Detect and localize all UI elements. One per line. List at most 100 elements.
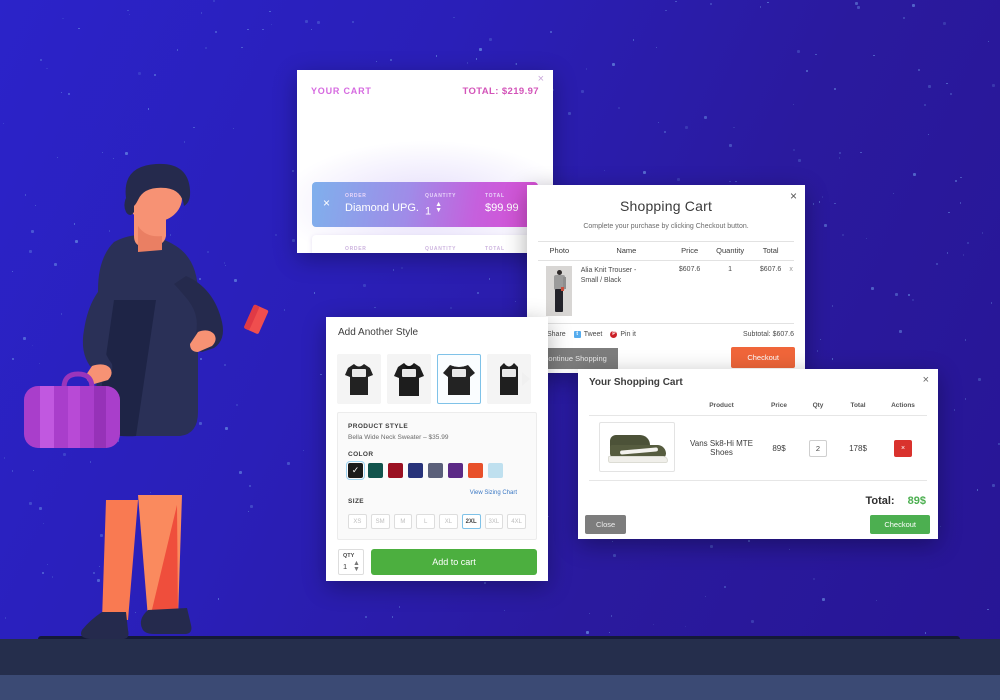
cart1-total-cell: TOTAL $99.99 xyxy=(485,193,519,214)
cart4-total-label: Total: xyxy=(865,495,895,507)
cart1-row-basic[interactable]: × ORDER Basic UPG. QUANTITY 2▲▼ TOTAL $1… xyxy=(312,235,538,253)
cart4-header-row: Product Price Qty Total Actions xyxy=(589,397,927,416)
quantity-stepper-icon[interactable]: ▲ ▼ xyxy=(435,201,442,215)
cart2-photo-cell xyxy=(538,260,581,324)
style-thumbnail-tee[interactable] xyxy=(337,354,381,404)
color-swatch-navy[interactable] xyxy=(408,463,423,478)
cart1-title: YOUR CART xyxy=(311,86,372,96)
next-style-arrow-icon[interactable] xyxy=(522,372,530,386)
style-dialog-title: Add Another Style xyxy=(338,327,419,338)
color-label: COLOR xyxy=(348,451,374,458)
color-swatch-slate[interactable] xyxy=(428,463,443,478)
cart2-col-name: Name xyxy=(580,241,673,261)
color-swatch-black[interactable]: ✓ xyxy=(346,461,365,480)
remove-icon[interactable]: × xyxy=(323,250,330,253)
screenshot-stage: × YOUR CART TOTAL: $219.97 × ORDER Diamo… xyxy=(0,0,1000,700)
cart2-quantity-cell[interactable]: 1 xyxy=(707,260,754,324)
share-twitter-button[interactable]: t Tweet xyxy=(573,331,602,338)
cart2-col-photo: Photo xyxy=(538,241,581,261)
style-thumbnail-wide-neck-sweater[interactable] xyxy=(437,354,481,404)
style-thumbnail-hoodie[interactable] xyxy=(387,354,431,404)
cart2-subtitle: Complete your purchase by clicking Check… xyxy=(583,223,749,230)
checkout-button[interactable]: Checkout xyxy=(870,515,930,534)
cart1-quantity-cell: QUANTITY 1▲ ▼ xyxy=(425,193,456,217)
cart2-header-row: Photo Name Price Quantity Total xyxy=(538,241,794,261)
cart1-order-label: ORDER xyxy=(345,246,367,252)
close-icon[interactable]: × xyxy=(923,375,929,386)
size-button-xs[interactable]: XS xyxy=(348,514,367,529)
product-photo[interactable] xyxy=(598,422,675,472)
bottom-band-light xyxy=(0,675,1000,700)
product-photo[interactable] xyxy=(546,266,573,316)
cart4-product-name: Vans Sk8-Hi MTE Shoes xyxy=(684,415,759,481)
table-row: Vans Sk8-Hi MTE Shoes 89$ 2 178$ × xyxy=(589,415,927,481)
share-pinterest-button[interactable]: P Pin it xyxy=(610,331,636,338)
quantity-input[interactable]: 2 xyxy=(809,439,827,457)
cart4-actions-cell: × xyxy=(879,415,927,481)
share-label: Share xyxy=(547,331,566,338)
checkout-button[interactable]: Checkout xyxy=(731,347,795,368)
cart2-col-actions xyxy=(788,241,794,261)
size-button-m[interactable]: M xyxy=(393,514,413,529)
wide-neck-sweater-icon xyxy=(443,365,475,395)
size-button-sm[interactable]: SM xyxy=(370,514,390,529)
cart2-title: Shopping Cart xyxy=(619,198,713,214)
cart2-name-cell: Alia Knit Trouser - Small / Black xyxy=(580,260,673,324)
cart2-col-price: Price xyxy=(672,241,708,261)
color-swatch-purple[interactable] xyxy=(448,463,463,478)
table-row: Alia Knit Trouser - Small / Black $607.6… xyxy=(538,260,794,324)
check-icon: ✓ xyxy=(351,465,360,475)
tank-top-icon xyxy=(500,363,518,395)
cart4-col-price: Price xyxy=(759,397,799,416)
close-button[interactable]: Close xyxy=(585,515,627,534)
cart1-total-label: TOTAL xyxy=(485,193,505,199)
quantity-stepper[interactable]: QTY 1 ▲ ▼ xyxy=(338,549,364,575)
your-shopping-cart-dialog: Your Shopping Cart × Product Price Qty T… xyxy=(578,369,938,539)
color-swatch-lightblue[interactable] xyxy=(488,463,503,478)
view-sizing-chart-link[interactable]: View Sizing Chart xyxy=(470,490,517,496)
close-icon[interactable]: × xyxy=(538,74,544,85)
cart1-quantity-cell: QUANTITY 2▲▼ xyxy=(425,246,456,253)
close-icon[interactable]: × xyxy=(790,190,797,202)
garment-logo xyxy=(502,369,516,378)
twitter-icon: t xyxy=(573,331,581,338)
cart2-subtotal: Subtotal: $607.6 xyxy=(743,331,794,338)
man-walking-illustration xyxy=(24,163,269,639)
qty-label: QTY xyxy=(343,553,355,559)
cart1-quantity-value[interactable]: 1▲ ▼ xyxy=(425,201,456,217)
cart4-col-qty: Qty xyxy=(799,397,837,416)
size-button-xl[interactable]: XL xyxy=(439,514,458,529)
cart2-col-quantity: Quantity xyxy=(707,241,754,261)
cart1-total: TOTAL: $219.97 xyxy=(462,86,539,97)
color-swatch-red[interactable] xyxy=(388,463,403,478)
size-button-2xl[interactable]: 2XL xyxy=(461,514,481,529)
cart4-price-cell: 89$ xyxy=(759,415,799,481)
cart4-col-product: Product xyxy=(684,397,759,416)
size-button-4xl[interactable]: 4XL xyxy=(507,514,526,529)
cart1-quantity-label: QUANTITY xyxy=(425,246,457,252)
pinterest-icon: P xyxy=(610,331,618,338)
cart1-order-value: Diamond UPG. xyxy=(345,202,419,214)
color-swatch-orange[interactable] xyxy=(468,463,483,478)
product-style-label: PRODUCT STYLE xyxy=(348,423,409,430)
cart1-row-diamond[interactable]: × ORDER Diamond UPG. QUANTITY 1▲ ▼ TOTAL … xyxy=(312,182,538,227)
remove-item-button[interactable]: × xyxy=(894,439,912,457)
cart1-total-label: TOTAL xyxy=(485,246,505,252)
remove-icon[interactable]: x xyxy=(789,266,793,273)
add-to-cart-button[interactable]: Add to cart xyxy=(371,549,537,575)
cart4-qty-cell: 2 xyxy=(799,415,837,481)
hoodie-icon xyxy=(394,363,424,396)
style-thumbnail-strip xyxy=(337,354,537,404)
size-button-3xl[interactable]: 3XL xyxy=(484,514,504,529)
size-button-l[interactable]: L xyxy=(416,514,435,529)
color-swatch-teal[interactable] xyxy=(368,463,383,478)
style-details-panel: PRODUCT STYLE Bella Wide Neck Sweater – … xyxy=(337,412,537,540)
cart4-col-photo xyxy=(589,397,684,416)
cart2-social-row: f Share t Tweet P Pin it xyxy=(537,331,636,338)
cart2-col-total: Total xyxy=(753,241,789,261)
remove-icon[interactable]: × xyxy=(323,197,330,209)
add-another-style-dialog: Add Another Style PRODUCT STYLE Bella Wi… xyxy=(326,317,548,581)
garment-logo xyxy=(402,369,416,378)
qty-stepper-arrows-icon[interactable]: ▲ ▼ xyxy=(353,560,360,573)
color-swatches: ✓ xyxy=(346,461,526,480)
